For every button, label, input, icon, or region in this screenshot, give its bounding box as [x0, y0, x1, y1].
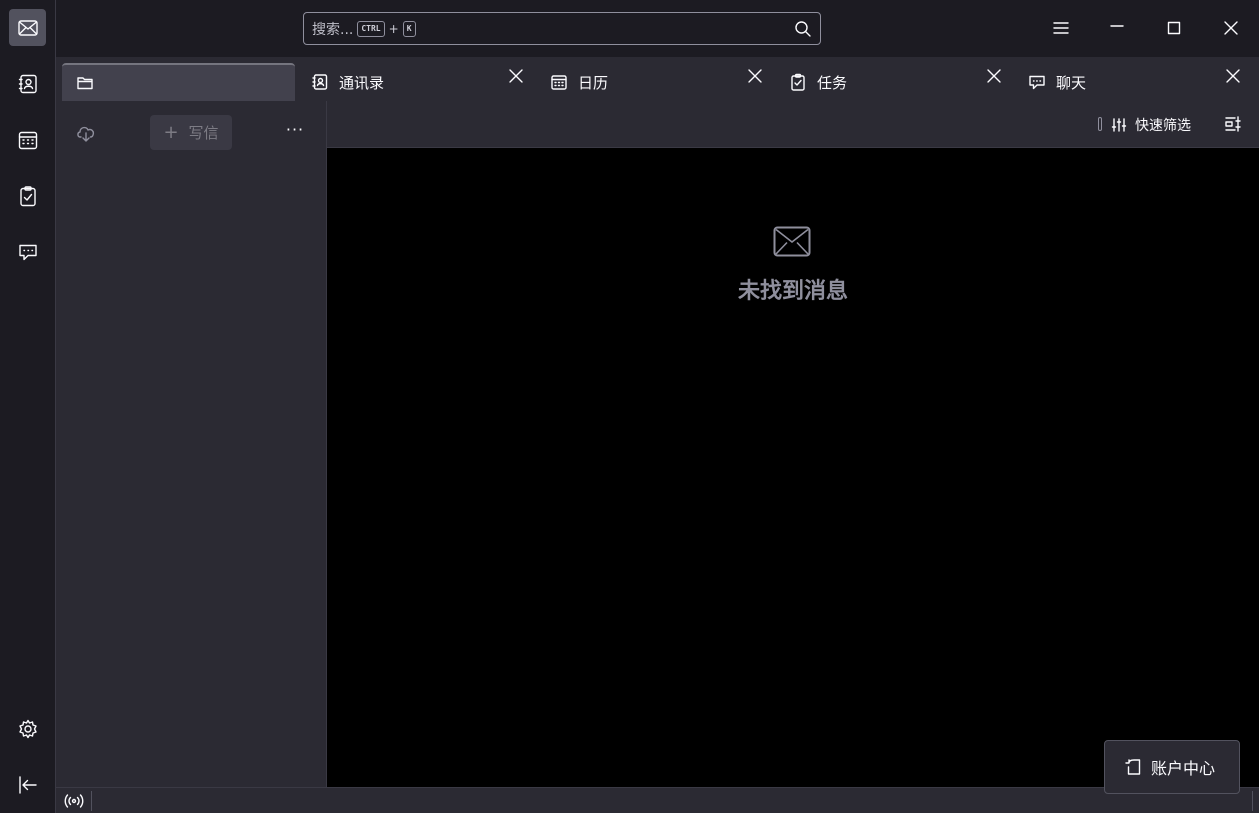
plus-icon: +	[163, 122, 179, 143]
chat-icon	[18, 244, 37, 260]
close-tab-address-book-icon[interactable]	[507, 67, 525, 85]
mail-icon	[17, 19, 38, 36]
chat-icon	[1029, 75, 1045, 90]
close-window-button[interactable]	[1217, 14, 1245, 42]
online-status-icon[interactable]	[64, 793, 84, 809]
thread-list-header: 快速筛选	[327, 101, 1259, 148]
thread-pane: 未找到消息	[327, 148, 1259, 787]
minimize-button[interactable]	[1103, 12, 1131, 40]
gear-icon	[18, 719, 37, 738]
status-bar	[56, 787, 1259, 813]
display-options-icon[interactable]	[1224, 115, 1242, 133]
tab-address-book-label: 通讯录	[339, 73, 385, 92]
tab-calendar[interactable]: 日历	[536, 63, 773, 101]
account-hub-icon	[1125, 759, 1141, 775]
close-icon	[1224, 21, 1238, 35]
tab-chat[interactable]: 聊天	[1014, 63, 1251, 101]
tab-mail[interactable]	[62, 63, 295, 101]
folder-pane: + 写信 ···	[56, 101, 327, 787]
mail-icon	[773, 226, 811, 257]
get-messages-icon[interactable]	[75, 122, 97, 144]
title-bar: 搜索... CTRL + K	[56, 0, 1259, 57]
address-book-icon	[18, 74, 37, 93]
maximize-button[interactable]	[1160, 14, 1188, 42]
address-book-space-button[interactable]	[9, 65, 46, 102]
tasks-icon	[19, 185, 36, 206]
collapse-left-icon	[18, 775, 37, 794]
status-divider	[91, 791, 92, 811]
address-book-icon	[312, 74, 328, 90]
tab-tasks-label: 任务	[817, 73, 848, 92]
shortcut-plus: +	[388, 21, 399, 36]
spaces-toolbar	[0, 0, 56, 813]
status-divider-right	[1252, 791, 1253, 811]
tasks-icon	[791, 73, 805, 91]
collapse-toolbar-button[interactable]	[9, 766, 46, 803]
calendar-icon	[551, 75, 567, 90]
settings-button[interactable]	[9, 710, 46, 747]
mail-space-button[interactable]	[9, 9, 46, 46]
more-options-button[interactable]: ···	[284, 121, 306, 143]
hamburger-menu-icon	[1053, 22, 1069, 34]
maximize-icon	[1167, 21, 1181, 35]
global-search-input[interactable]: 搜索... CTRL + K	[303, 12, 821, 45]
app-menu-button[interactable]	[1047, 14, 1075, 42]
compose-label: 写信	[188, 124, 219, 142]
calendar-icon	[18, 131, 37, 149]
tasks-space-button[interactable]	[9, 177, 46, 214]
empty-message-text: 未找到消息	[737, 279, 848, 304]
close-tab-tasks-icon[interactable]	[985, 67, 1003, 85]
filter-sliders-icon	[1111, 118, 1127, 132]
tab-bar: 通讯录 日历 任务 聊天	[56, 57, 1259, 101]
folder-icon	[77, 77, 93, 90]
tab-tasks[interactable]: 任务	[775, 63, 1012, 101]
account-hub-label: 账户中心	[1151, 759, 1216, 778]
calendar-space-button[interactable]	[9, 121, 46, 158]
shortcut-k-key: K	[402, 20, 416, 37]
search-placeholder: 搜索...	[312, 21, 354, 38]
quick-filter-button[interactable]: 快速筛选	[1111, 114, 1191, 136]
account-hub-button[interactable]: 账户中心	[1104, 740, 1240, 794]
minimize-icon	[1110, 25, 1124, 27]
compose-button[interactable]: + 写信	[150, 115, 232, 150]
close-tab-calendar-icon[interactable]	[746, 67, 764, 85]
quick-filter-label: 快速筛选	[1135, 118, 1191, 134]
search-icon	[795, 21, 811, 37]
shortcut-ctrl-key: CTRL	[357, 20, 385, 37]
pane-toggle-handle[interactable]	[1098, 117, 1102, 131]
tab-chat-label: 聊天	[1056, 73, 1087, 92]
chat-space-button[interactable]	[9, 233, 46, 270]
tab-calendar-label: 日历	[578, 73, 609, 92]
tab-address-book[interactable]: 通讯录	[297, 63, 534, 101]
close-tab-chat-icon[interactable]	[1224, 67, 1242, 85]
